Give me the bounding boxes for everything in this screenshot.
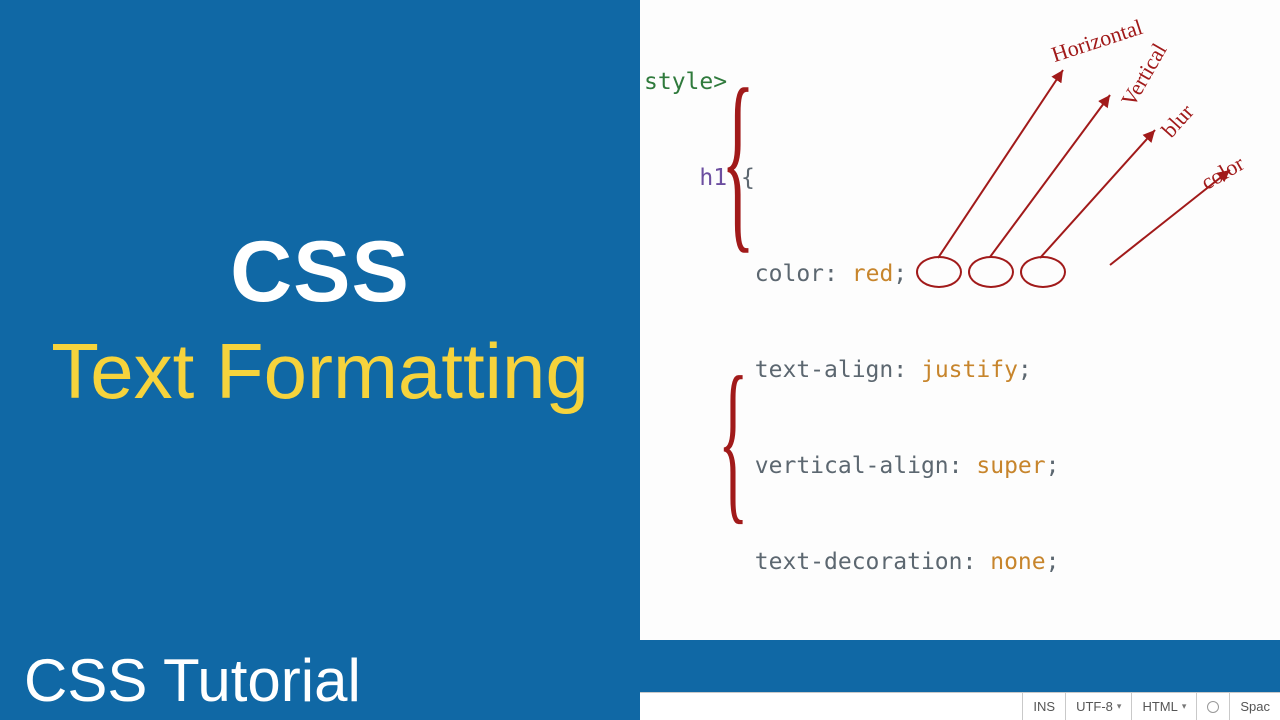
title-line-2: Text Formatting (51, 326, 589, 417)
status-encoding[interactable]: UTF-8▾ (1065, 693, 1131, 720)
code-editor[interactable]: style> h1 { color: red; text-align: just… (640, 0, 1280, 640)
code-property: color (755, 261, 824, 287)
title-panel: CSS Text Formatting (0, 0, 640, 640)
code-value: super (976, 453, 1045, 479)
circle-icon (1207, 701, 1219, 713)
title-line-1: CSS (230, 223, 410, 322)
code-tag: style> (644, 69, 727, 95)
code-property: vertical-align (755, 453, 949, 479)
status-record-icon[interactable] (1196, 693, 1229, 720)
code-value: red (852, 261, 894, 287)
footer-label: CSS Tutorial (24, 646, 361, 715)
status-language[interactable]: HTML▾ (1131, 693, 1196, 720)
status-bar: INS UTF-8▾ HTML▾ Spac (640, 692, 1280, 720)
code-property: text-decoration (755, 549, 963, 575)
code-property: text-align (755, 357, 893, 383)
code-value: justify (921, 357, 1018, 383)
code-value: none (990, 549, 1045, 575)
code-selector: h1 (699, 165, 727, 191)
status-spacing[interactable]: Spac (1229, 693, 1280, 720)
status-insert-mode[interactable]: INS (1022, 693, 1065, 720)
